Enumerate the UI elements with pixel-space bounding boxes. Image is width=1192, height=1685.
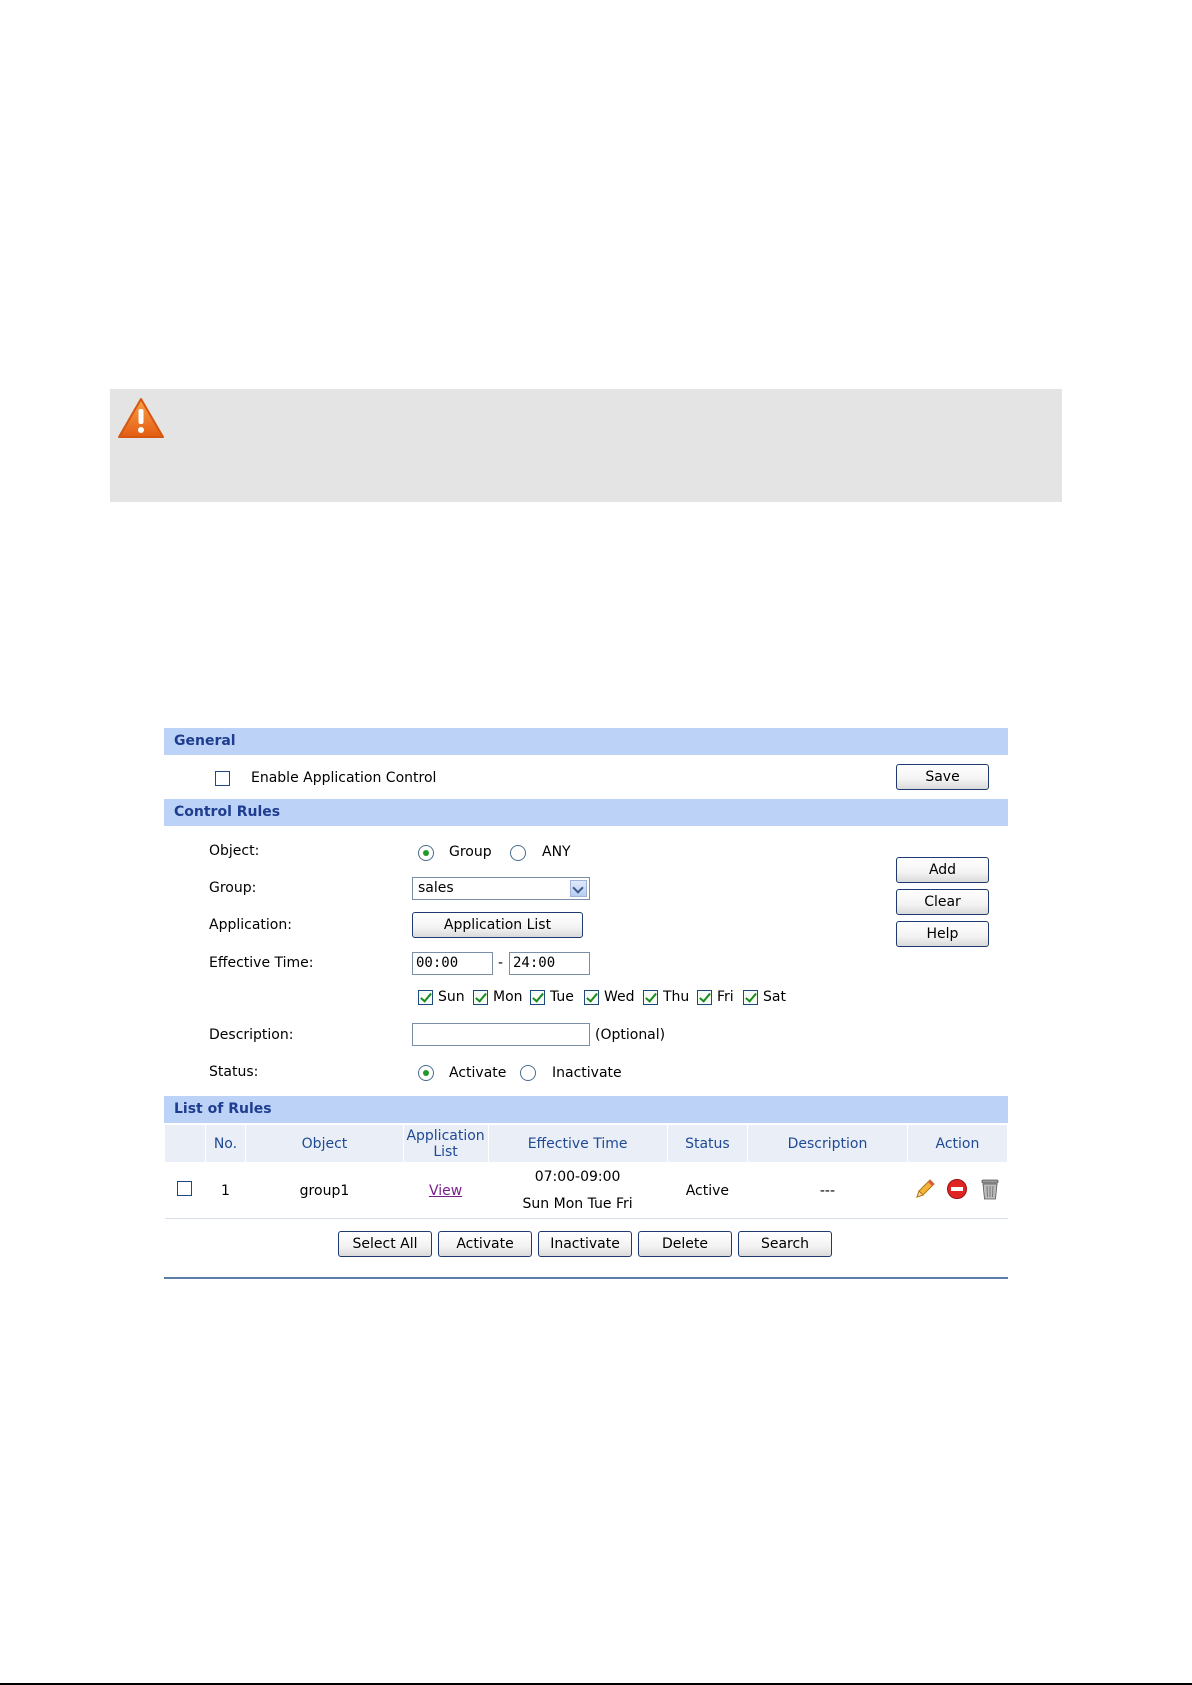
day-sun-label: Sun xyxy=(438,989,465,1005)
day-mon-checkbox[interactable] xyxy=(473,990,488,1005)
day-thu-label: Thu xyxy=(663,989,690,1005)
header-action: Action xyxy=(906,1124,1009,1163)
day-thu-checkbox[interactable] xyxy=(643,990,658,1005)
row-time-range: 07:00-09:00 xyxy=(534,1169,621,1185)
save-button[interactable]: Save xyxy=(896,764,989,790)
table-row: 1 group1 View 07:00-09:00 Sun Mon Tue Fr… xyxy=(164,1162,1008,1219)
day-sat-checkbox[interactable] xyxy=(743,990,758,1005)
clear-button[interactable]: Clear xyxy=(896,889,989,915)
time-end-input[interactable]: 24:00 xyxy=(509,952,590,975)
day-mon-label: Mon xyxy=(493,989,523,1005)
header-select xyxy=(164,1124,206,1163)
day-wed-label: Wed xyxy=(604,989,635,1005)
control-rules-section-header: Control Rules xyxy=(164,799,1008,826)
group-select[interactable]: sales xyxy=(412,877,590,900)
row-effective-time: 07:00-09:00 Sun Mon Tue Fri xyxy=(488,1162,668,1219)
header-status: Status xyxy=(666,1124,749,1163)
warning-icon xyxy=(117,397,165,439)
row-actions xyxy=(907,1162,1008,1219)
effective-time-label: Effective Time: xyxy=(209,955,314,971)
note-box xyxy=(110,389,1062,502)
day-sat-label: Sat xyxy=(763,989,786,1005)
row-application-list-cell: View xyxy=(403,1162,489,1219)
status-activate-radio[interactable] xyxy=(418,1065,434,1081)
row-no: 1 xyxy=(205,1162,246,1219)
header-object: Object xyxy=(245,1124,404,1163)
object-label: Object: xyxy=(209,843,260,859)
activate-button[interactable]: Activate xyxy=(438,1231,532,1257)
help-button[interactable]: Help xyxy=(896,921,989,947)
status-inactivate-radio[interactable] xyxy=(520,1065,536,1081)
day-sun-checkbox[interactable] xyxy=(418,990,433,1005)
group-label: Group: xyxy=(209,880,257,896)
status-activate-label: Activate xyxy=(449,1065,507,1081)
row-checkbox[interactable] xyxy=(177,1181,193,1196)
row-time-days: Sun Mon Tue Fri xyxy=(522,1196,633,1212)
time-separator: - xyxy=(498,955,504,971)
day-wed-checkbox[interactable] xyxy=(584,990,599,1005)
description-input[interactable] xyxy=(412,1023,590,1046)
edit-icon[interactable] xyxy=(914,1178,936,1204)
object-any-label: ANY xyxy=(542,844,571,860)
day-fri-checkbox[interactable] xyxy=(697,990,712,1005)
list-of-rules-section-header: List of Rules xyxy=(164,1096,1008,1123)
header-description: Description xyxy=(747,1124,908,1163)
inactivate-button[interactable]: Inactivate xyxy=(538,1231,632,1257)
enable-application-control-checkbox[interactable] xyxy=(215,771,230,786)
header-application-list: Application List xyxy=(402,1124,489,1163)
status-inactivate-label: Inactivate xyxy=(552,1065,622,1081)
disable-icon[interactable] xyxy=(946,1178,968,1204)
view-link[interactable]: View xyxy=(429,1183,462,1199)
row-select-cell xyxy=(164,1162,206,1219)
time-start-input[interactable]: 00:00 xyxy=(412,952,493,975)
delete-button[interactable]: Delete xyxy=(638,1231,732,1257)
row-object: group1 xyxy=(245,1162,404,1219)
rules-table: No. Object Application List Effective Ti… xyxy=(164,1124,1009,1219)
enable-application-control-label: Enable Application Control xyxy=(251,770,437,786)
panel-bottom-divider xyxy=(164,1277,1008,1279)
day-tue-checkbox[interactable] xyxy=(530,990,545,1005)
object-group-label: Group xyxy=(449,844,492,860)
add-button[interactable]: Add xyxy=(896,857,989,883)
day-tue-label: Tue xyxy=(550,989,574,1005)
description-hint: (Optional) xyxy=(595,1027,666,1043)
application-list-button[interactable]: Application List xyxy=(412,912,583,938)
status-label: Status: xyxy=(209,1064,259,1080)
header-effective-time: Effective Time xyxy=(487,1124,668,1163)
object-group-radio[interactable] xyxy=(418,845,434,861)
row-description: --- xyxy=(747,1162,908,1219)
day-fri-label: Fri xyxy=(717,989,734,1005)
header-no: No. xyxy=(204,1124,247,1163)
general-section-header: General xyxy=(164,728,1008,755)
table-header-row: No. Object Application List Effective Ti… xyxy=(164,1124,1009,1163)
chevron-down-icon xyxy=(570,880,587,897)
description-label: Description: xyxy=(209,1027,294,1043)
group-select-value: sales xyxy=(418,880,454,896)
application-label: Application: xyxy=(209,917,292,933)
object-any-radio[interactable] xyxy=(510,845,526,861)
search-button[interactable]: Search xyxy=(738,1231,832,1257)
row-status: Active xyxy=(667,1162,748,1219)
select-all-button[interactable]: Select All xyxy=(338,1231,432,1257)
delete-icon[interactable] xyxy=(979,1177,1001,1205)
